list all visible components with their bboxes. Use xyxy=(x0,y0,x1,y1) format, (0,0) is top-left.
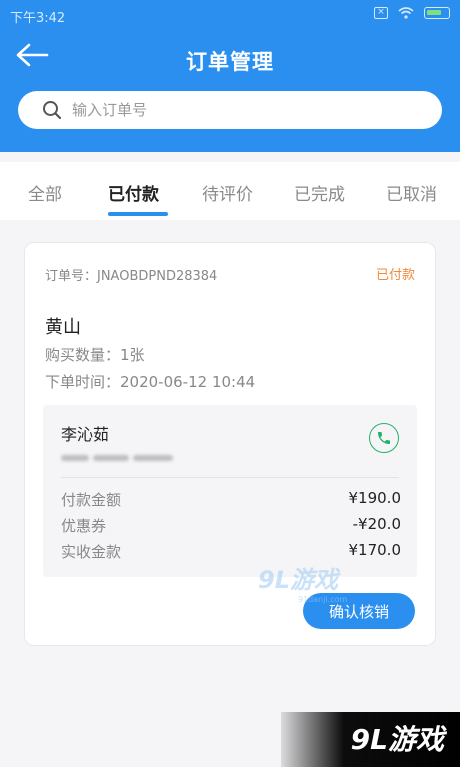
coupon-value: -¥20.0 xyxy=(352,515,401,533)
received-amount-value: ¥170.0 xyxy=(348,541,402,559)
watermark-corner-text: 9L游戏 xyxy=(350,723,444,756)
watermark-site: 91danji.com xyxy=(298,595,348,604)
received-amount-label: 实收金款 xyxy=(61,543,122,561)
search-icon xyxy=(43,101,62,120)
active-tab-indicator xyxy=(108,212,168,216)
paid-amount-value: ¥190.0 xyxy=(348,489,402,507)
phone-icon xyxy=(378,432,390,444)
order-tabs: 全部 已付款 待评价 已完成 已取消 xyxy=(0,162,460,220)
search-bar[interactable] xyxy=(18,91,442,129)
watermark-corner: 9L游戏 xyxy=(281,712,460,767)
battery-charging-icon xyxy=(424,7,450,19)
order-card: 订单号：JNAOBDPND28384 已付款 黄山 购买数量：1张 下单时间：2… xyxy=(24,242,436,646)
watermark-logo: 9L游戏 91danji.com xyxy=(258,560,347,604)
watermark-logo-text: 9L游戏 xyxy=(258,566,338,594)
status-time: 下午3:42 xyxy=(10,11,66,26)
tab-paid[interactable]: 已付款 xyxy=(108,180,159,205)
app-header: 下午3:42 × 订单管理 xyxy=(0,0,460,152)
coupon-label: 优惠券 xyxy=(61,517,107,535)
product-name: 黄山 xyxy=(45,317,81,338)
order-search-input[interactable] xyxy=(72,101,372,119)
divider xyxy=(61,477,399,478)
order-status-badge: 已付款 xyxy=(375,268,415,283)
purchase-quantity: 购买数量：1张 xyxy=(45,346,145,364)
status-icons: × xyxy=(374,7,450,19)
order-number: 订单号：JNAOBDPND28384 xyxy=(45,269,218,284)
tab-completed[interactable]: 已完成 xyxy=(294,180,345,205)
buyer-phone-blurred xyxy=(61,451,173,465)
tab-all[interactable]: 全部 xyxy=(28,180,62,205)
order-time: 下单时间：2020-06-12 10:44 xyxy=(45,373,256,391)
buyer-name: 李沁茹 xyxy=(61,425,110,444)
wifi-icon xyxy=(398,7,414,19)
tab-cancelled[interactable]: 已取消 xyxy=(386,180,437,205)
buyer-info-box: 李沁茹 付款金额 ¥190.0 优惠券 -¥20.0 实收金款 ¥170.0 xyxy=(43,405,417,577)
tab-pending-review[interactable]: 待评价 xyxy=(202,180,253,205)
status-bar: 下午3:42 × xyxy=(0,0,460,30)
call-button[interactable] xyxy=(369,423,399,453)
sim-x-icon: × xyxy=(374,7,388,19)
page-title: 订单管理 xyxy=(186,50,274,74)
paid-amount-label: 付款金额 xyxy=(61,491,122,509)
